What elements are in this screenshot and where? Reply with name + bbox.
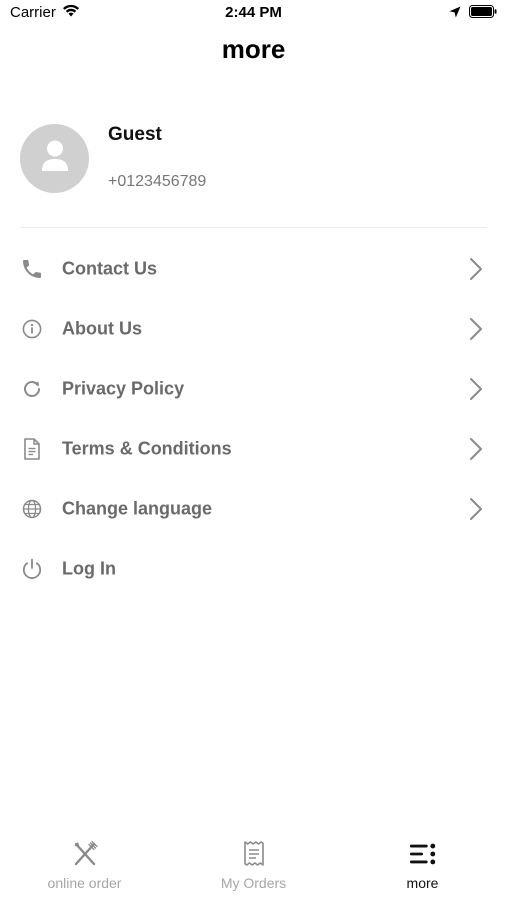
tab-online-order[interactable]: online order <box>0 836 169 900</box>
utensils-icon <box>71 840 99 868</box>
battery-icon <box>469 5 497 23</box>
chevron-right-icon <box>469 377 483 401</box>
divider <box>20 227 487 228</box>
status-bar: Carrier 2:44 PM <box>0 0 507 28</box>
location-arrow-icon <box>449 5 461 23</box>
profile-phone: +0123456789 <box>108 173 207 190</box>
menu-item-terms-conditions[interactable]: Terms & Conditions <box>0 419 507 479</box>
chevron-right-icon <box>469 497 483 521</box>
tab-my-orders[interactable]: My Orders <box>169 836 338 900</box>
menu-item-label: Change language <box>62 498 213 519</box>
user-icon <box>40 139 70 178</box>
menu-item-label: Contact Us <box>62 258 158 279</box>
receipt-icon <box>240 840 268 868</box>
chevron-right-icon <box>469 437 483 461</box>
status-right-group <box>449 5 497 23</box>
profile-name: Guest <box>108 124 162 145</box>
menu-item-label: Terms & Conditions <box>62 438 232 459</box>
menu-item-label: Privacy Policy <box>62 378 185 399</box>
menu-list-icon <box>409 840 437 868</box>
chevron-right-icon <box>469 317 483 341</box>
phone-icon <box>20 257 44 281</box>
info-icon <box>20 317 44 341</box>
profile-card: Guest +0123456789 <box>20 124 487 194</box>
chevron-right-icon <box>469 257 483 281</box>
menu-item-about-us[interactable]: About Us <box>0 299 507 359</box>
status-time: 2:44 PM <box>225 4 282 21</box>
power-icon <box>20 557 44 581</box>
tab-bar: online order My Orders more <box>0 836 507 900</box>
menu-item-change-language[interactable]: Change language <box>0 479 507 539</box>
tab-label: more <box>406 875 439 891</box>
tab-label: online order <box>47 875 122 891</box>
globe-icon <box>20 497 44 521</box>
document-icon <box>20 437 44 461</box>
menu-item-privacy-policy[interactable]: Privacy Policy <box>0 359 507 419</box>
tab-label: My Orders <box>220 875 287 891</box>
settings-menu: Contact Us About Us Privacy Policy Terms… <box>0 239 507 599</box>
menu-item-log-in[interactable]: Log In <box>0 539 507 599</box>
menu-item-contact-us[interactable]: Contact Us <box>0 239 507 299</box>
tab-more[interactable]: more <box>338 836 507 900</box>
menu-item-label: About Us <box>62 318 142 339</box>
page-title: more <box>221 34 286 64</box>
refresh-icon <box>20 377 44 401</box>
menu-item-label: Log In <box>62 558 116 579</box>
avatar <box>20 124 89 193</box>
